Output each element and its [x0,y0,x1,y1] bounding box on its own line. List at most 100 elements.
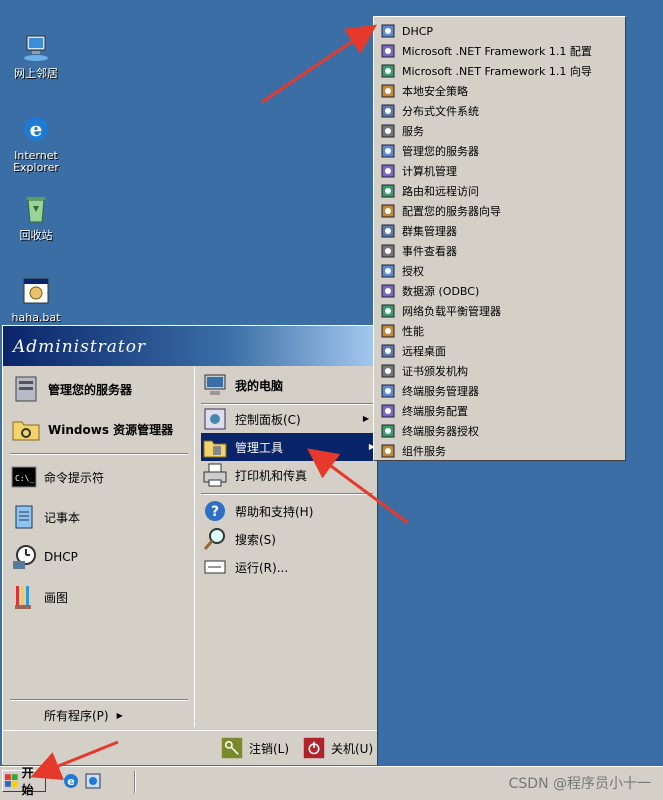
admin-tool-item[interactable]: 远程桌面 [376,341,621,361]
svg-text:e: e [67,775,74,788]
admin-tool-label: 路由和远程访问 [402,185,479,198]
admin-tool-item[interactable]: 本地安全策略 [376,81,621,101]
admin-tool-item[interactable]: 终端服务配置 [376,401,621,421]
logoff-button[interactable]: 注销(L) [221,734,297,762]
admin-tool-label: 服务 [402,125,424,138]
admin-tool-label: 远程桌面 [402,345,446,358]
recent-item-dhcp[interactable]: DHCP [10,543,188,571]
start-menu-header: Administrator [3,326,377,366]
shutdown-button[interactable]: 关机(U) [303,734,375,762]
admin-tool-label: Microsoft .NET Framework 1.1 向导 [402,65,592,78]
admin-tool-item[interactable]: Microsoft .NET Framework 1.1 向导 [376,61,621,81]
admin-tool-item[interactable]: 授权 [376,261,621,281]
start-menu-bottom-bar: 注销(L) 关机(U) [3,730,377,765]
dhcp-icon [13,545,36,569]
svg-text:?: ? [211,504,219,520]
right-item-admin-tools[interactable]: 管理工具 ▶ [201,433,381,461]
pinned-item-manage-server[interactable]: 管理您的服务器 [10,371,188,407]
admin-tool-item[interactable]: 终端服务器授权 [376,421,621,441]
admin-tool-item[interactable]: 组件服务 [376,441,621,461]
network-places-icon [24,35,48,61]
admin-tool-item[interactable]: 服务 [376,121,621,141]
admin-tool-icon [381,244,395,258]
admin-tool-icon [381,104,395,118]
admin-tool-item[interactable]: 路由和远程访问 [376,181,621,201]
batch-file-icon [23,278,49,304]
recent-item-paint[interactable]: 画图 [10,583,188,611]
admin-tool-label: 群集管理器 [402,225,457,238]
admin-tool-icon [381,164,395,178]
recent-item-cmd[interactable]: C:\_ 命令提示符 [10,463,188,491]
annotation-arrow-dhcp [261,24,377,104]
admin-tool-icon [381,64,395,78]
admin-tool-label: 授权 [402,265,424,278]
admin-tool-label: 组件服务 [402,445,446,458]
admin-tools-icon [203,440,227,458]
start-menu: Administrator 管理您的服务器 Windows 资源管理器 C:\_ [2,325,381,765]
admin-tool-item[interactable]: Microsoft .NET Framework 1.1 配置 [376,41,621,61]
right-item-control-panel[interactable]: 控制面板(C) ▶ [201,405,373,433]
admin-tool-icon [381,444,395,458]
admin-tool-label: 终端服务管理器 [402,385,479,398]
svg-text:C:\_: C:\_ [15,474,34,483]
admin-tool-icon [381,124,395,138]
pinned-item-explorer[interactable]: Windows 资源管理器 [10,411,188,447]
explorer-folder-icon [12,421,40,441]
admin-tool-item[interactable]: 群集管理器 [376,221,621,241]
right-item-help[interactable]: ? 帮助和支持(H) [201,497,373,525]
admin-tool-label: 网络负载平衡管理器 [402,305,501,318]
admin-tool-icon [381,284,395,298]
admin-tool-label: 数据源 (ODBC) [402,285,480,298]
watermark-text: CSDN @程序员小十一 [508,776,651,792]
right-item-run[interactable]: 运行(R)... [201,553,373,581]
admin-tools-submenu: DHCP Microsoft .NET Framework 1.1 配置 Micro… [373,16,626,461]
admin-tool-item[interactable]: 事件查看器 [376,241,621,261]
run-icon [204,560,226,574]
right-item-my-computer[interactable]: 我的电脑 [201,371,373,399]
all-programs-button[interactable]: 所有程序(P) ▶ [44,703,164,727]
admin-tool-item[interactable]: 管理您的服务器 [376,141,621,161]
right-item-printers[interactable]: 打印机和传真 [201,461,373,489]
admin-tool-label: 配置您的服务器向导 [402,205,501,218]
desktop-icon-batch[interactable]: haha.bat [1,274,71,324]
start-menu-left-pane: 管理您的服务器 Windows 资源管理器 C:\_ 命令提示符 记事本 DHC… [4,367,192,727]
recent-item-notepad[interactable]: 记事本 [10,503,188,531]
server-icon [15,376,37,402]
admin-tool-label: DHCP [402,24,434,38]
key-icon [221,737,243,759]
admin-tool-icon [381,144,395,158]
right-item-search[interactable]: 搜索(S) [201,525,373,553]
admin-tool-item[interactable]: DHCP [376,21,621,41]
internet-explorer-icon: e [24,117,48,141]
admin-tool-item[interactable]: 性能 [376,321,621,341]
start-button[interactable]: 开始 [2,766,46,797]
desktop-icon-recycle[interactable]: 回收站 [1,192,71,242]
admin-tool-item[interactable]: 分布式文件系统 [376,101,621,121]
user-name: Administrator [13,337,147,357]
quick-launch-ie-icon[interactable]: e [62,772,80,790]
admin-tool-label: 本地安全策略 [402,85,468,98]
admin-tool-item[interactable]: 网络负载平衡管理器 [376,301,621,321]
admin-tool-item[interactable]: 证书颁发机构 [376,361,621,381]
admin-tool-label: 事件查看器 [402,245,457,258]
all-programs-separator [10,699,188,701]
admin-tool-icon [381,304,395,318]
command-prompt-icon: C:\_ [11,466,37,488]
desktop-icon-network[interactable]: 网上邻居 [1,30,71,80]
computer-icon [204,374,226,395]
admin-tool-label: 管理您的服务器 [402,145,479,158]
admin-tool-label: Microsoft .NET Framework 1.1 配置 [402,45,592,58]
right-pane-separator-2 [201,493,373,495]
admin-tool-item[interactable]: 配置您的服务器向导 [376,201,621,221]
admin-tool-label: 终端服务器授权 [402,425,479,438]
admin-tool-item[interactable]: 终端服务管理器 [376,381,621,401]
control-panel-arrow-icon: ▶ [362,414,369,423]
admin-tool-item[interactable]: 计算机管理 [376,161,621,181]
help-icon: ? [205,501,225,521]
desktop-icon-ie[interactable]: e Internet Explorer [1,112,71,174]
admin-tool-item[interactable]: 数据源 (ODBC) [376,281,621,301]
admin-tool-label: 计算机管理 [402,165,457,178]
admin-tool-label: 性能 [402,325,424,338]
admin-tool-label: 终端服务配置 [402,405,468,418]
quick-launch-desktop-icon[interactable] [84,772,102,790]
